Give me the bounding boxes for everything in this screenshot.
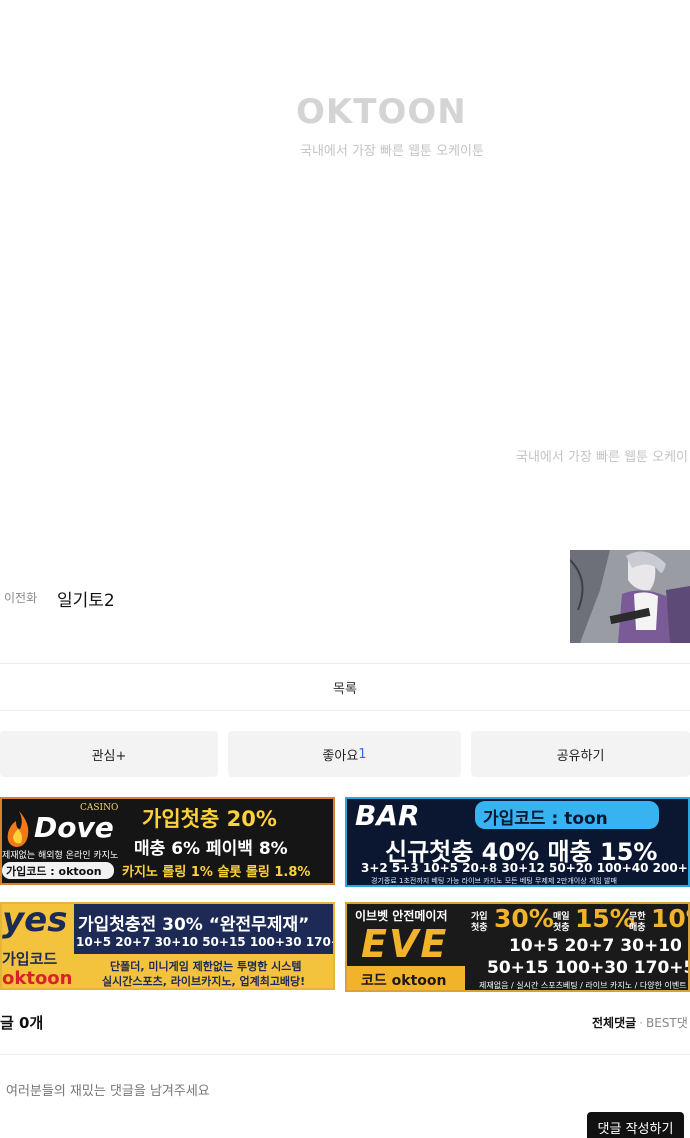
bar-line2: 3+2 5+3 10+5 20+8 30+12 50+20 100+40 200… bbox=[361, 861, 690, 875]
prev-episode-link[interactable]: 이전화 bbox=[4, 589, 37, 606]
list-button[interactable]: 목록 bbox=[0, 664, 690, 710]
dove-sub: 제재없는 해외형 온라인 카지노 bbox=[2, 851, 119, 861]
dove-line1: 가입첫충 20% bbox=[142, 807, 277, 831]
yes-line4: 실시간스포츠, 라이브카지노, 업계최고배당! bbox=[102, 975, 306, 988]
yes-casino-banner[interactable]: yes 가입코드 oktoon 가입첫충전 30% “완전무제재” 10+5 2… bbox=[0, 902, 335, 990]
logo-text: OKTOON bbox=[296, 92, 467, 132]
eve-daily2: 매충 bbox=[629, 923, 646, 933]
divider bbox=[0, 710, 690, 711]
yes-brand: yes bbox=[2, 902, 68, 940]
eve-line3: 50+15 100+30 170+50 bbox=[487, 958, 690, 978]
interest-button[interactable]: 관심+ bbox=[0, 731, 218, 777]
watermark-tagline-repeat: 국내에서 가장 빠른 웹툰 오케이 bbox=[516, 450, 689, 465]
eve-brand: EVE bbox=[361, 922, 449, 966]
like-label: 좋아요 bbox=[322, 748, 359, 764]
like-count: 1 bbox=[358, 746, 367, 762]
yes-code-label: 가입코드 bbox=[2, 950, 58, 968]
sort-best-tab[interactable]: BEST댓 bbox=[646, 1016, 688, 1030]
sort-separator: · bbox=[639, 1016, 643, 1030]
comment-submit-button[interactable]: 댓글 작성하기 bbox=[587, 1112, 684, 1138]
eve-pct3: 10% bbox=[651, 904, 688, 933]
eve-first: 첫충 bbox=[471, 923, 488, 933]
yes-line3: 단폴더, 미니게임 제한없는 투명한 시스템 bbox=[110, 960, 302, 973]
bar-brand: BAR bbox=[355, 799, 420, 832]
yes-line1: 가입첫충전 30% “완전무제재” bbox=[78, 915, 310, 935]
sort-all-tab[interactable]: 전체댓글 bbox=[592, 1016, 636, 1030]
dove-line2: 매충 6% 페이백 8% bbox=[134, 839, 288, 859]
flame-icon bbox=[7, 811, 29, 847]
bar-code: 가입코드 : toon bbox=[475, 801, 659, 829]
eve-line4: 제재없음 / 실시간 스포츠베팅 / 라이브 카지노 / 다양한 이벤트 bbox=[479, 981, 687, 990]
thumbnail-illustration bbox=[570, 550, 690, 643]
eve-code: 코드 oktoon bbox=[361, 973, 447, 989]
comment-count: 글 0개 bbox=[0, 1014, 44, 1032]
comment-sort: 전체댓글 · BEST댓 bbox=[592, 1014, 688, 1031]
bar-line3: 경기종료 1초전까지 베팅 가능 라이브 카지노 모든 베팅 무제제 2만개이상… bbox=[371, 877, 617, 885]
watermark-tagline: 국내에서 가장 빠른 웹툰 오케이툰 bbox=[300, 144, 484, 159]
eve-first2: 첫충 bbox=[553, 923, 570, 933]
bar-casino-banner[interactable]: BAR 가입코드 : toon 신규첫충 40% 매충 15% 3+2 5+3 … bbox=[345, 797, 690, 887]
dove-casino-banner[interactable]: CASINO Dove 제재없는 해외형 온라인 카지노 가입코드 : okto… bbox=[0, 797, 335, 885]
oktoon-logo: OKTOON bbox=[296, 92, 488, 132]
yes-code: oktoon bbox=[2, 968, 73, 989]
yes-line2: 10+5 20+7 30+10 50+15 100+30 170+50 bbox=[76, 935, 335, 949]
eve-pct2: 15% bbox=[575, 904, 635, 933]
episode-thumbnail[interactable] bbox=[570, 550, 690, 643]
interest-label: 관심+ bbox=[91, 748, 127, 764]
episode-title: 일기토2 bbox=[57, 591, 115, 611]
eve-line2: 10+5 20+7 30+10 bbox=[509, 936, 682, 956]
like-button[interactable]: 좋아요 1 bbox=[228, 731, 461, 777]
page: OKTOON 국내에서 가장 빠른 웹툰 오케이툰 국내에서 가장 빠른 웹툰 … bbox=[0, 0, 690, 1138]
dove-code: 가입코드 : oktoon bbox=[2, 862, 114, 879]
eve-pct1: 30% bbox=[494, 904, 554, 933]
dove-brand: Dove bbox=[34, 811, 114, 844]
dove-line3: 카지노 롤링 1% 슬롯 롤링 1.8% bbox=[122, 865, 311, 880]
divider bbox=[0, 1054, 690, 1055]
share-label: 공유하기 bbox=[556, 748, 605, 764]
comment-input[interactable]: 여러분들의 재밌는 댓글을 남겨주세요 bbox=[6, 1080, 210, 1099]
share-button[interactable]: 공유하기 bbox=[471, 731, 690, 777]
eve-casino-banner[interactable]: 이브벳 안전메이저 EVE 코드 oktoon 가입 첫충 30% 매일 첫충 … bbox=[345, 902, 690, 992]
